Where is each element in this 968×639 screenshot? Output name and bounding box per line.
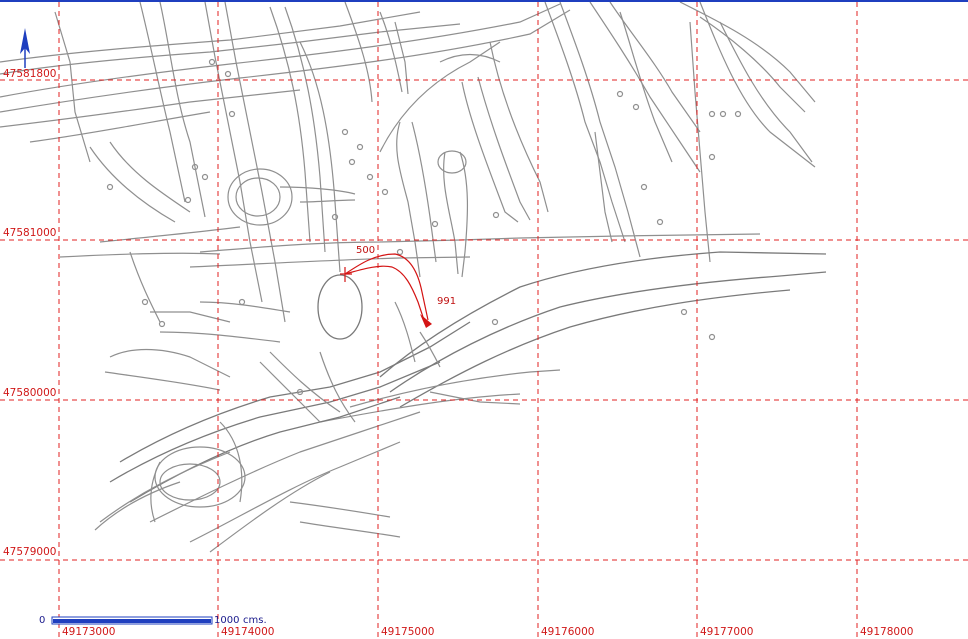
map-viewport[interactable]: 47581800 47581000 47580000 47579000 4917…: [0, 0, 968, 639]
grid-label-x-1: 49173000: [62, 626, 115, 638]
route-end-marker: [420, 314, 432, 328]
grid-label-x-3: 49175000: [381, 626, 434, 638]
grid-label-y-1: 47581800: [3, 68, 56, 80]
scale-end-label: 1000: [214, 615, 239, 626]
scale-start-label: 0: [39, 615, 45, 626]
route-end-label: 991: [437, 296, 456, 307]
route-path-inner: [344, 265, 425, 321]
north-arrow-icon: [20, 28, 30, 68]
grid-label-x-2: 49174000: [221, 626, 274, 638]
grid-label-x-6: 49178000: [860, 626, 913, 638]
grid-label-x-5: 49177000: [700, 626, 753, 638]
grid-x-labels: 49173000 49174000 49175000 49176000 4917…: [62, 626, 913, 638]
survey-features: [0, 2, 827, 553]
scale-unit-label: cms.: [243, 615, 267, 626]
route-start-label: 500: [356, 245, 375, 256]
grid-label-y-4: 47579000: [3, 546, 56, 558]
grid-label-y-2: 47581000: [3, 227, 56, 239]
map-canvas[interactable]: 47581800 47581000 47580000 47579000 4917…: [0, 2, 968, 639]
grid-label-x-4: 49176000: [541, 626, 594, 638]
route-start-marker: [340, 267, 352, 282]
scale-bar-fill: [53, 619, 211, 623]
grid-y-labels: 47581800 47581000 47580000 47579000: [3, 68, 56, 558]
scale-bar: 0 1000 cms.: [39, 615, 267, 626]
grid-label-y-3: 47580000: [3, 387, 56, 399]
